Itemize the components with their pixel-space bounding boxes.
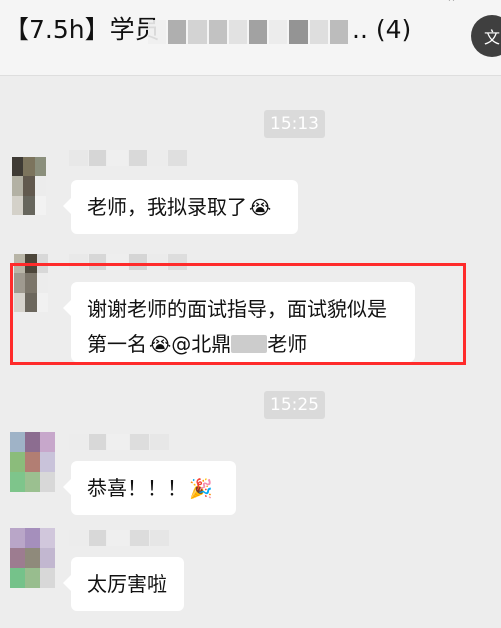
- sender-name: [69, 530, 170, 546]
- message-bubble[interactable]: 老师，我拟录取了 😭: [63, 180, 298, 234]
- translate-button[interactable]: 文: [471, 15, 501, 57]
- timestamp-1513: 15:13: [264, 110, 325, 138]
- message-text: 太厉害啦: [87, 572, 167, 596]
- crying-emoji: 😭: [249, 197, 272, 219]
- message-bubble[interactable]: 恭喜！！！ 🎉: [63, 461, 236, 515]
- translate-icon: 文: [483, 28, 500, 47]
- highlight-box: [10, 263, 466, 365]
- chat-title: 【7.5h】学员: [4, 15, 160, 44]
- message-text: 恭喜！！！: [87, 476, 187, 500]
- avatar[interactable]: [10, 432, 55, 492]
- sender-name: [69, 150, 187, 166]
- sender-name: [69, 434, 170, 450]
- pin-icon[interactable]: ⌃: [446, 0, 462, 11]
- party-popper-emoji: 🎉: [189, 478, 213, 500]
- timestamp-1525: 15:25: [264, 391, 325, 419]
- message-text: 老师，我拟录取了: [87, 195, 247, 219]
- message-bubble[interactable]: 太厉害啦: [63, 557, 184, 611]
- redacted-title-blur: [148, 20, 349, 44]
- avatar[interactable]: [12, 157, 46, 215]
- chat-title-suffix: .. (4): [352, 15, 412, 44]
- avatar[interactable]: [10, 528, 55, 588]
- chat-header: 【7.5h】学员 .. (4) ⌃ 文: [0, 0, 501, 76]
